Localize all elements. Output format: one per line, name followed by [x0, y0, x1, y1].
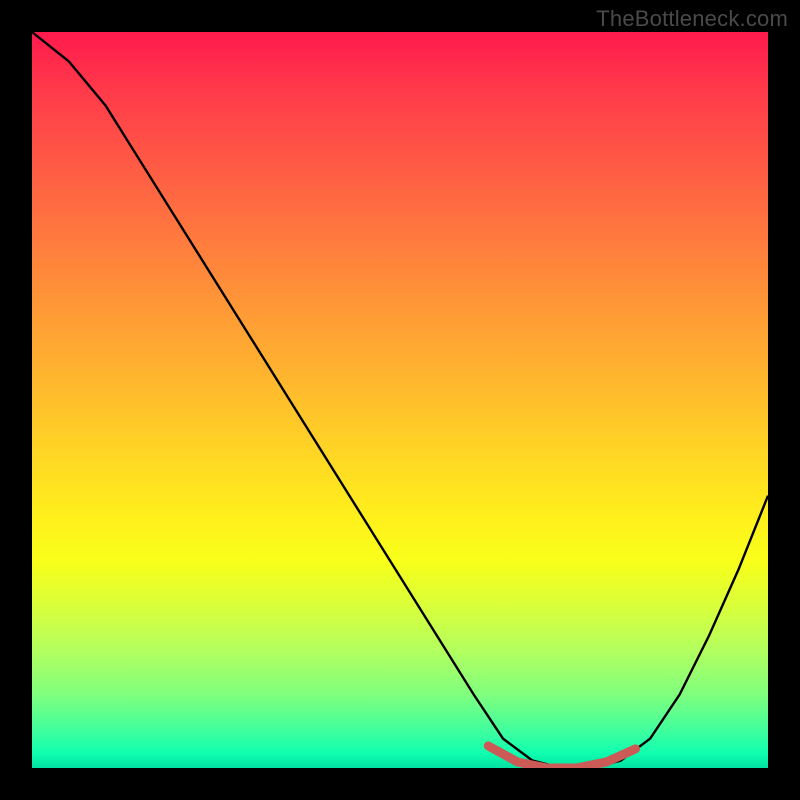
trough-highlight [488, 746, 635, 768]
bottleneck-curve [32, 32, 768, 768]
chart-svg [32, 32, 768, 768]
plot-area [32, 32, 768, 768]
watermark-text: TheBottleneck.com [596, 6, 788, 32]
chart-frame: TheBottleneck.com [0, 0, 800, 800]
